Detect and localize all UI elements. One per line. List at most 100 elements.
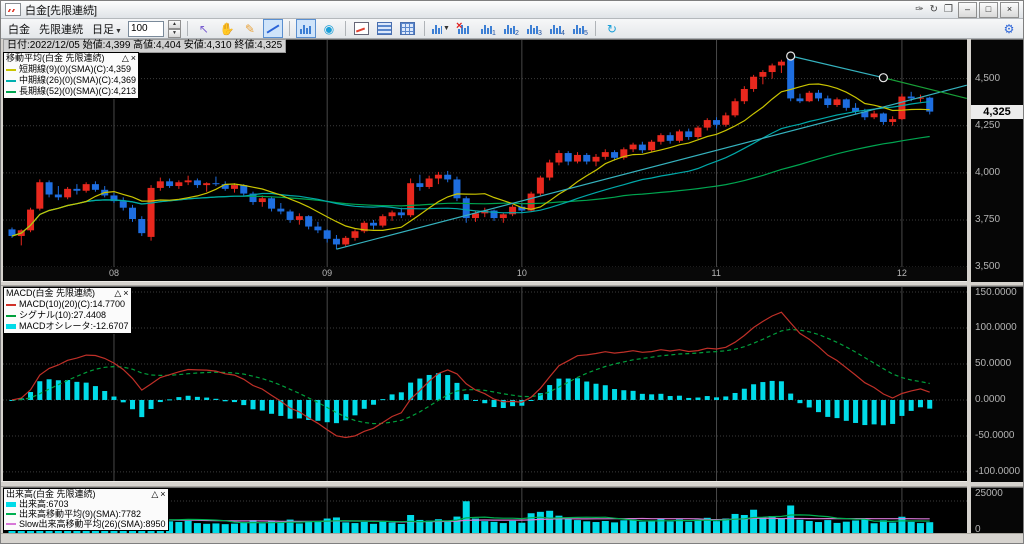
separator — [186, 21, 188, 36]
select-tool-button[interactable]: ↖ — [194, 19, 214, 38]
close-icon[interactable]: × — [160, 489, 165, 499]
symbol-label[interactable]: 白金 — [8, 21, 30, 37]
volume-axis[interactable]: 25000 0 — [971, 487, 1023, 535]
collapse-icon[interactable]: △ — [151, 489, 158, 499]
separator — [344, 21, 346, 36]
legend-item: MACDオシレータ:-12.6707 — [19, 321, 129, 331]
legend-item: MACD(10)(20)(C):14.7700 — [19, 299, 126, 309]
macd-line-swatch — [6, 303, 16, 306]
refresh-icon: ↻ — [606, 21, 617, 36]
vol-ma-fast-swatch — [6, 513, 16, 515]
quote-table-button[interactable] — [375, 19, 395, 38]
sma-mid-swatch — [6, 79, 16, 82]
separator — [288, 21, 290, 36]
preset-digit: 5 — [584, 30, 588, 37]
indicator-preset-4-button[interactable]: 4 — [546, 19, 566, 38]
macd-panel[interactable] — [3, 286, 967, 482]
chevron-down-icon: ▼ — [115, 27, 122, 35]
month-label: 10 — [516, 268, 527, 278]
legend-item: 長期線(52)(0)(SMA)(C):4,213 — [19, 86, 137, 96]
legend-item: 短期線(9)(0)(SMA)(C):4,359 — [19, 64, 132, 74]
grid-icon — [400, 22, 416, 35]
legend-title: 移動平均(白金 先限連続) — [6, 53, 105, 63]
legend-item: Slow出来高移動平均(26)(SMA):8950 — [19, 519, 166, 529]
close-button[interactable]: × — [1000, 1, 1019, 18]
pan-tool-button[interactable]: ✋ — [217, 19, 237, 38]
draw-tool-button[interactable]: ✎ — [240, 19, 260, 38]
axis-tick-label: 50.0000 — [975, 357, 1012, 369]
chart-cursor-icon — [299, 23, 312, 34]
axis-tick-label: 0.0000 — [975, 393, 1006, 405]
settings-button[interactable]: ⚙ — [999, 19, 1019, 38]
ohlc-info-bar: 日付:2022/12/05 始値:4,399 高値:4,404 安値:4,310… — [3, 39, 287, 53]
axis-tick-label: -100.0000 — [975, 465, 1021, 477]
minimize-button[interactable]: – — [958, 1, 977, 18]
axis-tick-label: 100.0000 — [975, 322, 1017, 333]
toolbar: 白金 先限連続 日足▼ 100 ▲ ▼ ↖ ✋ ✎ ◉ ▼ × 1 2 3 4 5… — [1, 19, 1023, 39]
macd-legend: MACD(白金 先限連続) △ × MACD(10)(20)(C):14.7700… — [3, 287, 132, 334]
indicator-menu-button[interactable]: ▼ — [431, 19, 451, 38]
preset-digit: 4 — [561, 30, 565, 37]
title-bar[interactable]: 白金[先限連続] ✑ ↻ ❐ – □ × — [1, 1, 1023, 19]
vol-ma-slow-swatch — [6, 523, 16, 525]
trendline-tool-button[interactable] — [262, 19, 283, 38]
collapse-icon[interactable]: △ — [114, 288, 121, 298]
month-label: 08 — [108, 268, 119, 278]
contract-label[interactable]: 先限連続 — [39, 21, 83, 37]
period-select[interactable]: 日足▼ — [92, 21, 122, 37]
indicator-preset-1-button[interactable]: 1 — [477, 19, 497, 38]
indicator-preset-3-button[interactable]: 3 — [523, 19, 543, 38]
refresh-button[interactable]: ↻ — [602, 19, 622, 38]
pencil-icon: ✎ — [244, 21, 255, 36]
trendline-icon — [266, 23, 279, 34]
new-chart-button[interactable] — [352, 19, 372, 38]
maximize-button[interactable]: □ — [979, 1, 998, 18]
month-label: 09 — [322, 268, 333, 278]
grid-layout-button[interactable] — [398, 19, 418, 38]
spin-down-icon: ▼ — [167, 28, 181, 38]
oscillator-swatch — [6, 324, 16, 329]
preset-digit: 2 — [515, 30, 519, 37]
price-axis[interactable]: 4,500 4,250 4,000 3,750 3,500 4,325 — [971, 39, 1023, 282]
preset-digit: 3 — [538, 30, 542, 37]
moving-average-legend: 移動平均(白金 先限連続) △ × 短期線(9)(0)(SMA)(C):4,359… — [3, 52, 140, 99]
candlestick-chart[interactable] — [3, 40, 967, 268]
close-icon[interactable]: × — [123, 288, 128, 298]
remove-indicator-button[interactable]: × — [454, 19, 474, 38]
axis-tick-label: 3,750 — [975, 213, 1001, 225]
reload-icon[interactable]: ↻ — [930, 4, 938, 15]
macd-axis[interactable]: 150.0000 100.0000 50.0000 0.0000 -50.0000 -10… — [971, 286, 1023, 482]
separator — [423, 21, 425, 36]
close-icon[interactable]: × — [131, 53, 136, 63]
bars-count-input[interactable]: 100 — [127, 20, 164, 37]
bar-chart-icon — [431, 23, 442, 34]
windows-icon[interactable]: ❐ — [944, 4, 953, 15]
bars-count-stepper[interactable]: ▲ ▼ — [167, 19, 181, 38]
wrench-icon: ⚙ — [1003, 21, 1015, 36]
main-chart-panel[interactable] — [3, 39, 967, 268]
axis-tick-label: 3,500 — [975, 261, 1001, 273]
crosshair-tool-button[interactable] — [295, 19, 316, 38]
month-label: 11 — [711, 268, 721, 278]
collapse-icon[interactable]: △ — [122, 53, 129, 63]
volume-legend: 出来高(白金 先限連続) △ × 出来高:6703 出来高移動平均(9)(SMA)… — [3, 488, 169, 531]
axis-tick-label: 25000 — [975, 488, 1003, 499]
sma-long-swatch — [6, 90, 16, 93]
macd-chart[interactable] — [3, 287, 967, 482]
window-bottom-strip — [1, 533, 1023, 543]
legend-item: 出来高:6703 — [19, 499, 69, 509]
annotate-icon[interactable]: ✑ — [915, 4, 923, 15]
last-price-tag: 4,325 — [971, 104, 1023, 119]
x-axis-strip: 08 09 10 11 12 — [3, 267, 967, 281]
separator — [594, 21, 596, 36]
indicator-preset-2-button[interactable]: 2 — [500, 19, 520, 38]
indicator-preset-5-button[interactable]: 5 — [569, 19, 589, 38]
hand-icon: ✋ — [219, 21, 235, 36]
axis-tick-label: -50.0000 — [975, 429, 1015, 441]
compass-button[interactable]: ◉ — [319, 19, 339, 38]
spin-up-icon: ▲ — [167, 19, 181, 29]
axis-tick-label: 4,250 — [975, 119, 1001, 131]
compass-icon: ◉ — [323, 21, 335, 36]
legend-title: 出来高(白金 先限連続) — [6, 489, 96, 499]
volume-swatch — [6, 501, 16, 507]
